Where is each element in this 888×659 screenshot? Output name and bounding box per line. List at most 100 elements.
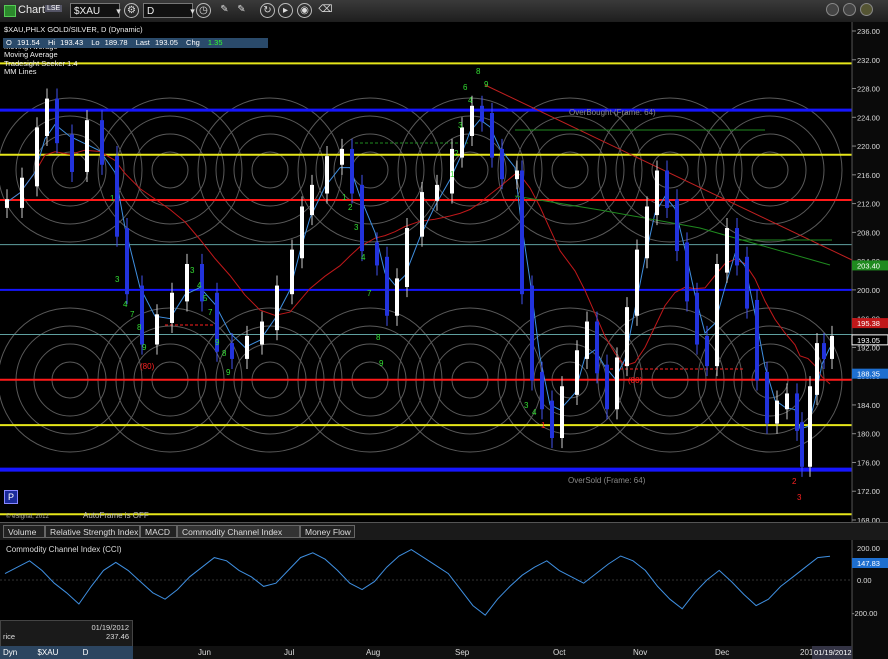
- tab-cci[interactable]: Commodity Channel Index (CCI): [177, 525, 300, 549]
- price-bar: [395, 278, 399, 316]
- price-tick-label: 228.00: [857, 85, 880, 94]
- price-bar: [290, 249, 294, 295]
- tab-volume[interactable]: Volume: [3, 525, 45, 538]
- clock-icon[interactable]: ◷: [196, 3, 211, 18]
- price-bar: [470, 105, 474, 136]
- price-bar: [745, 256, 749, 309]
- settings-icon[interactable]: ⚙: [124, 3, 139, 18]
- seeker-count-label: 8: [222, 349, 227, 358]
- seeker-count-label: 3: [524, 401, 529, 410]
- price-tick-label: 200.00: [857, 286, 880, 295]
- seeker-count-label: 6: [463, 83, 468, 92]
- price-tick-label: 224.00: [857, 113, 880, 122]
- price-bar: [275, 285, 279, 331]
- price-bar: [715, 263, 719, 367]
- dyn-interval: D: [82, 648, 89, 657]
- price-bar: [575, 350, 579, 395]
- dyn-symbol: $XAU: [37, 648, 59, 657]
- time-axis-label: Nov: [633, 648, 647, 657]
- oversold-label: OverSold (Frame: 64): [568, 476, 646, 485]
- price-tick-label: 220.00: [857, 142, 880, 151]
- price-bar: [635, 249, 639, 316]
- eraser-icon[interactable]: ⌫: [318, 3, 333, 18]
- price-bar: [385, 256, 389, 316]
- status-price: 237.46: [106, 632, 129, 641]
- time-axis-label: Aug: [366, 648, 380, 657]
- price-bar: [785, 393, 789, 410]
- price-bar: [550, 400, 554, 439]
- time-axis-label: Jun: [198, 648, 211, 657]
- dyn-bar[interactable]: Dyn $XAU D: [0, 646, 133, 659]
- seeker-count-label: 7: [367, 289, 372, 298]
- close-button[interactable]: [860, 3, 873, 16]
- p-button[interactable]: P: [4, 490, 18, 504]
- price-bar: [460, 127, 464, 158]
- price-bar: [530, 285, 534, 381]
- price-bar: [325, 156, 329, 194]
- seeker-count-label: 8: [376, 333, 381, 342]
- seeker-count-label: 2: [454, 149, 459, 158]
- price-bar: [35, 127, 39, 187]
- tab-money-flow[interactable]: Money Flow: [300, 525, 355, 538]
- price-bar: [515, 170, 519, 180]
- price-bar: [765, 371, 769, 424]
- price-bar: [435, 184, 439, 201]
- chg-label: Chg: [186, 38, 200, 47]
- price-tick-label: 176.00: [857, 458, 880, 467]
- tab-macd[interactable]: MACD: [140, 525, 177, 538]
- seeker-count-label: 4: [197, 281, 202, 290]
- price-bar: [340, 148, 344, 165]
- price-tick-label: 212.00: [857, 200, 880, 209]
- price-bar: [585, 321, 589, 359]
- price-tick-label: 232.00: [857, 56, 880, 65]
- price-tick-label: 180.00: [857, 430, 880, 439]
- overbought-label: OverBought (Frame: 64): [569, 108, 656, 117]
- high-value: 193.43: [60, 38, 84, 47]
- window-title: Chart: [18, 4, 45, 16]
- minimize-button[interactable]: [826, 3, 839, 16]
- price-bar: [55, 98, 59, 144]
- maximize-button[interactable]: [843, 3, 856, 16]
- price-bar: [480, 105, 484, 122]
- price-tick-label: 172.00: [857, 487, 880, 496]
- price-bar: [350, 148, 354, 194]
- price-bar: [695, 292, 699, 345]
- price-bar: [665, 170, 669, 208]
- seeker-count-label: 3: [797, 493, 802, 502]
- seeker-count-label: 9: [379, 359, 384, 368]
- seeker-count-label: 3: [190, 266, 195, 275]
- play-icon[interactable]: ▸: [278, 3, 293, 18]
- price-bar: [85, 120, 89, 172]
- price-badge-label: 188.35: [857, 370, 880, 379]
- price-bar: [540, 371, 544, 410]
- cci-tick-neg200: -200.00: [852, 609, 877, 618]
- price-bar: [125, 228, 129, 295]
- seeker-count-label: 3: [354, 223, 359, 232]
- open-value: 191.54: [16, 38, 40, 47]
- status-price-label: rice: [3, 632, 16, 641]
- draw-icon[interactable]: ✎: [234, 3, 249, 18]
- price-badge-label: 195.38: [857, 319, 880, 328]
- price-bar: [775, 400, 779, 424]
- cci-value-badge: 147.83: [857, 559, 880, 568]
- time-cursor: 01/19/2012: [814, 648, 852, 657]
- price-bar: [70, 134, 74, 172]
- price-bar: [185, 263, 189, 302]
- high-label: Hi: [47, 38, 56, 47]
- price-bar: [260, 321, 264, 345]
- time-axis-label: Jul: [284, 648, 294, 657]
- seeker-count-label: 4: [468, 96, 473, 105]
- price-bar: [830, 335, 834, 359]
- price-bar: [500, 148, 504, 180]
- price-bar: [605, 364, 609, 410]
- cci-panel[interactable]: Commodity Channel Index (CCI) 200.00 0.0…: [0, 540, 888, 659]
- price-bar: [800, 422, 804, 467]
- tab-rsi[interactable]: Relative Strength Index: [45, 525, 140, 538]
- target-icon[interactable]: ◉: [297, 3, 312, 18]
- pencil-icon[interactable]: ✎: [217, 3, 232, 18]
- refresh-icon[interactable]: ↻: [260, 3, 275, 18]
- price-bar: [310, 184, 314, 216]
- seeker-count-label: 1: [342, 193, 347, 202]
- price-chart[interactable]: 86 943219897543987431987432134123 236.002…: [0, 22, 888, 522]
- seeker-count-label: 1: [450, 170, 455, 179]
